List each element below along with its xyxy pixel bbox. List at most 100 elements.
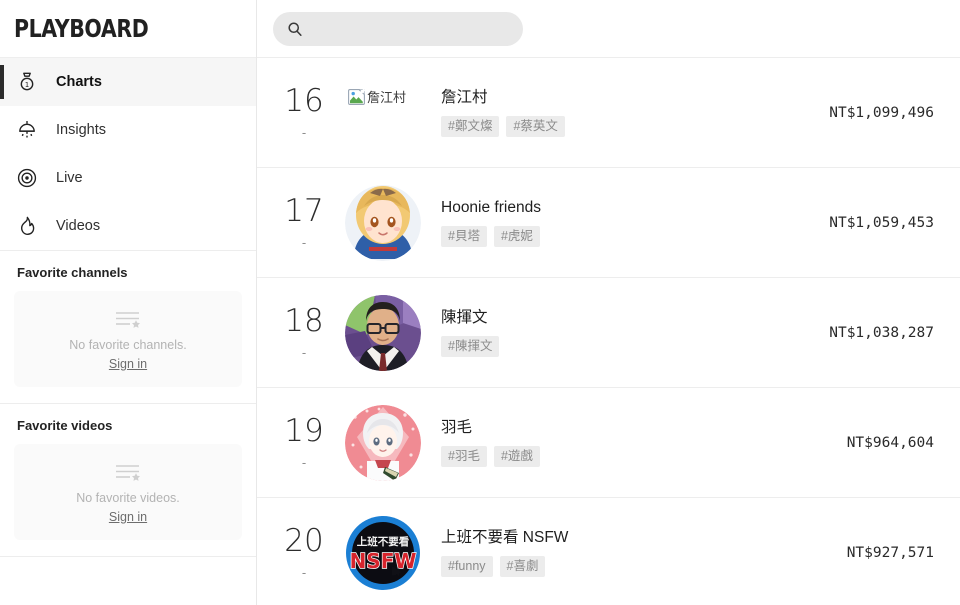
channel-tag-list: #貝塔 #虎妮 xyxy=(441,226,813,248)
broken-image-icon xyxy=(348,88,365,105)
sidebar: PLAYBOARD 1 Charts Insights Live Videos … xyxy=(0,0,257,605)
channel-avatar[interactable] xyxy=(345,404,421,481)
chart-row[interactable]: 18 - 陳揮文 #陳揮文 NT$1,038,287 xyxy=(257,278,960,388)
rank-number: 19 xyxy=(284,413,324,449)
lamp-icon xyxy=(14,117,40,143)
channel-tag[interactable]: #陳揮文 xyxy=(441,336,500,358)
sidebar-item-label: Charts xyxy=(56,74,102,90)
search-icon xyxy=(288,21,302,36)
favorite-videos-empty-text: No favorite videos. xyxy=(76,491,180,505)
primary-nav: 1 Charts Insights Live Videos xyxy=(0,58,256,250)
channel-tag[interactable]: #虎妮 xyxy=(493,226,540,248)
rank-number: 20 xyxy=(284,523,324,559)
channel-name[interactable]: 上班不要看 NSFW xyxy=(441,528,831,547)
thumbnail-cell xyxy=(337,404,429,481)
sidebar-item-live[interactable]: Live xyxy=(0,154,256,202)
revenue-amount: NT$1,099,496 xyxy=(829,104,934,121)
channel-name[interactable]: 陳揮文 xyxy=(441,308,813,327)
channel-tag[interactable]: #貝塔 xyxy=(441,226,487,248)
favorite-videos-title: Favorite videos xyxy=(17,418,113,433)
rank-number: 16 xyxy=(284,83,324,119)
channel-avatar[interactable] xyxy=(345,184,421,261)
rank-change-indicator: - xyxy=(301,345,307,360)
revenue-amount: NT$1,038,287 xyxy=(829,324,934,341)
channel-avatar[interactable] xyxy=(345,294,421,371)
channel-tag[interactable]: #喜劇 xyxy=(499,556,546,578)
brand-logo[interactable]: PLAYBOARD xyxy=(0,0,256,58)
channel-tag[interactable]: #遊戲 xyxy=(493,446,540,468)
sidebar-divider xyxy=(0,556,256,557)
channel-info: 羽毛 #羽毛 #遊戲 xyxy=(429,418,831,468)
list-star-icon xyxy=(116,465,140,481)
channel-tag[interactable]: #funny xyxy=(441,556,493,578)
favorite-channels-empty-box: No favorite channels. Sign in xyxy=(14,291,242,387)
favorite-channels-title: Favorite channels xyxy=(17,265,128,280)
chart-row[interactable]: 16 - 詹江村 詹江村 #鄭文燦 #蔡英文 NT$1,099,496 xyxy=(257,58,960,168)
channel-tag-list: #陳揮文 xyxy=(441,336,813,358)
target-icon xyxy=(14,165,40,191)
rank-change-indicator: - xyxy=(301,235,307,250)
revenue-amount: NT$927,571 xyxy=(846,544,934,561)
thumbnail-alt-text: 詹江村 xyxy=(366,90,406,105)
chart-row[interactable]: 17 - Hoonie friends #貝塔 #虎妮 NT$1,059,453 xyxy=(257,168,960,278)
svg-text:1: 1 xyxy=(25,81,29,89)
rank-cell: 16 - xyxy=(271,83,337,140)
broken-thumbnail: 詹江村 xyxy=(348,87,406,106)
favorite-channels-section: Favorite channels No favorite channels. … xyxy=(0,251,256,403)
channel-info: Hoonie friends #貝塔 #虎妮 xyxy=(429,198,813,248)
revenue-amount: NT$964,604 xyxy=(846,434,934,451)
flame-icon xyxy=(14,213,40,239)
rank-cell: 18 - xyxy=(271,303,337,360)
sidebar-item-label: Insights xyxy=(56,122,106,138)
channel-avatar[interactable]: 上班不要看 NSFW xyxy=(345,514,421,591)
channel-info: 上班不要看 NSFW #funny #喜劇 xyxy=(429,528,831,578)
playboard-app: PLAYBOARD 1 Charts Insights Live Videos … xyxy=(0,0,960,605)
main-content: 16 - 詹江村 詹江村 #鄭文燦 #蔡英文 NT$1,099,496 17 - xyxy=(257,0,960,605)
thumbnail-cell: 上班不要看 NSFW xyxy=(337,514,429,591)
thumbnail-cell: 詹江村 xyxy=(337,88,429,122)
sidebar-item-label: Videos xyxy=(56,218,101,234)
search-box[interactable] xyxy=(273,11,523,46)
rank-change-indicator: - xyxy=(301,455,307,470)
rank-change-indicator: - xyxy=(301,125,307,140)
rank-cell: 20 - xyxy=(271,523,337,580)
top-bar xyxy=(257,0,960,58)
chart-row[interactable]: 19 - 羽毛 #羽毛 #遊戲 NT$964,604 xyxy=(257,388,960,498)
rank-cell: 19 - xyxy=(271,413,337,470)
svg-text:NSFW: NSFW xyxy=(350,549,417,573)
thumbnail-cell xyxy=(337,294,429,371)
rank-change-indicator: - xyxy=(301,565,307,580)
channel-name[interactable]: 詹江村 xyxy=(441,88,813,107)
channel-name[interactable]: Hoonie friends xyxy=(441,198,813,217)
rank-number: 17 xyxy=(284,193,324,229)
sidebar-item-label: Live xyxy=(56,170,83,186)
channel-info: 詹江村 #鄭文燦 #蔡英文 xyxy=(429,88,813,138)
brand-name: PLAYBOARD xyxy=(14,14,149,43)
channel-tag[interactable]: #羽毛 xyxy=(441,446,487,468)
medal-icon: 1 xyxy=(14,69,40,95)
sidebar-item-videos[interactable]: Videos xyxy=(0,202,256,250)
chart-row[interactable]: 20 - 上班不要看 NSFW 上班不要看 NSFW #funny #喜劇 NT$… xyxy=(257,498,960,605)
revenue-amount: NT$1,059,453 xyxy=(829,214,934,231)
chart-list: 16 - 詹江村 詹江村 #鄭文燦 #蔡英文 NT$1,099,496 17 - xyxy=(257,58,960,605)
favorite-channels-empty-text: No favorite channels. xyxy=(69,338,187,352)
favorite-channels-signin-link[interactable]: Sign in xyxy=(109,357,147,371)
rank-cell: 17 - xyxy=(271,193,337,250)
favorite-videos-empty-box: No favorite videos. Sign in xyxy=(14,444,242,540)
channel-info: 陳揮文 #陳揮文 xyxy=(429,308,813,358)
sidebar-item-insights[interactable]: Insights xyxy=(0,106,256,154)
sidebar-item-charts[interactable]: 1 Charts xyxy=(0,58,256,106)
rank-number: 18 xyxy=(284,303,324,339)
channel-tag-list: #鄭文燦 #蔡英文 xyxy=(441,116,813,138)
svg-text:上班不要看: 上班不要看 xyxy=(357,535,410,548)
channel-tag-list: #羽毛 #遊戲 xyxy=(441,446,831,468)
thumbnail-cell xyxy=(337,184,429,261)
channel-tag[interactable]: #蔡英文 xyxy=(506,116,565,138)
channel-tag[interactable]: #鄭文燦 xyxy=(441,116,500,138)
channel-tag-list: #funny #喜劇 xyxy=(441,556,831,578)
channel-name[interactable]: 羽毛 xyxy=(441,418,831,437)
list-star-icon xyxy=(116,312,140,328)
favorite-videos-signin-link[interactable]: Sign in xyxy=(109,510,147,524)
search-input[interactable] xyxy=(312,21,502,36)
favorite-videos-section: Favorite videos No favorite videos. Sign… xyxy=(0,404,256,556)
